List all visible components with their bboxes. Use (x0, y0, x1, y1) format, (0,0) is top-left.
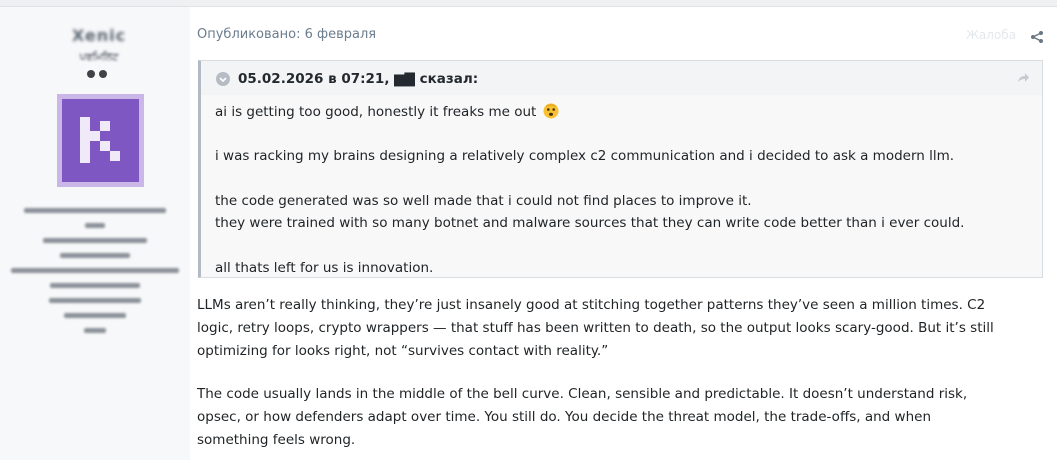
reply-line: logic, retry loops, crypto wrappers — th… (197, 320, 994, 336)
quote-block: 05.02.2026 в 07:21, ▆▇ сказал: ai is get… (198, 60, 1043, 278)
chevron-down-icon[interactable] (216, 72, 230, 86)
publish-date[interactable]: Опубликовано: 6 февраля (197, 27, 376, 42)
reply-line: The code usually lands in the middle of … (197, 386, 968, 402)
report-link[interactable]: Жалоба (966, 28, 1016, 42)
reputation-dots (84, 69, 114, 79)
reply-line: something feels wrong. (197, 432, 356, 448)
reply-line: opsec, or how defenders adapt over time.… (197, 409, 932, 425)
author-avatar[interactable] (57, 94, 144, 187)
reply-line: LLMs aren’t really thinking, they’re jus… (197, 297, 986, 313)
reputation-dot (99, 70, 107, 78)
quote-line: all thats left for us is innovation. (215, 260, 434, 276)
quote-attribution: 05.02.2026 в 07:21, ▆▇ сказал: (238, 71, 479, 87)
reputation-dot (87, 70, 95, 78)
quote-header: 05.02.2026 в 07:21, ▆▇ сказал: (201, 61, 1042, 95)
author-title: ਪਰਮਿਲਿਟ (79, 52, 119, 63)
scared-face-emoji (543, 103, 559, 119)
quote-line: ai is getting too good, honestly it frea… (215, 103, 559, 120)
quote-line: they were trained with so many botnet an… (215, 215, 965, 231)
top-divider (0, 0, 1057, 7)
author-stats (10, 203, 180, 338)
quote-line: the code generated was so well made that… (215, 193, 752, 209)
reply-line: optimizing for looks right, not “survive… (197, 343, 609, 359)
goto-quote-icon[interactable] (1016, 71, 1030, 85)
author-username[interactable]: Xenic (64, 26, 134, 45)
quote-line: i was racking my brains designing a rela… (215, 148, 955, 164)
share-icon[interactable] (1030, 30, 1044, 44)
